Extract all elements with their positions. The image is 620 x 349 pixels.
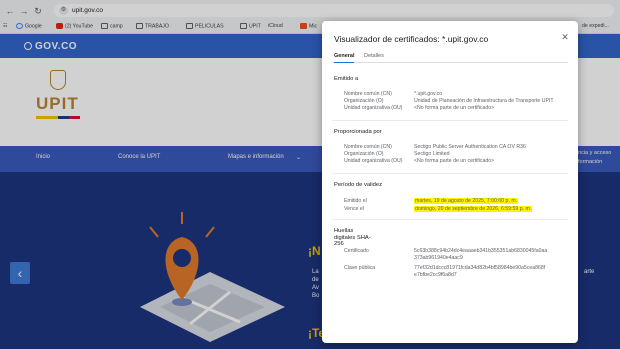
fingerprint-key-label: Clave pública xyxy=(344,265,376,271)
close-icon[interactable]: ✕ xyxy=(560,32,570,42)
dialog-title: Visualizador de certificados: *.upit.gov… xyxy=(334,34,489,44)
expires-on-label: Vence el xyxy=(344,206,364,212)
issued-to-cn-value: *.upit.gov.co xyxy=(414,91,443,97)
fingerprint-cert-value: 5c63b388c94b24dc4eaaaeb341b355351ab68300… xyxy=(414,248,548,261)
tab-general[interactable]: General xyxy=(334,53,355,63)
divider xyxy=(332,173,568,174)
issued-by-cn-label: Nombre común (CN) xyxy=(344,144,392,150)
section-fingerprints-title: Huellas digitales SHA-256 xyxy=(334,228,371,247)
section-validity-title: Período de validez xyxy=(334,182,383,188)
tab-detalles[interactable]: Detalles xyxy=(364,53,384,63)
fingerprint-key-value: 77ef32d1dccc81971fcda34d82b4bf58984be90a… xyxy=(414,265,546,278)
dialog-tabs: General Detalles xyxy=(332,51,568,63)
certificate-viewer-dialog: Visualizador de certificados: *.upit.gov… xyxy=(322,21,578,343)
issued-on-value: martes, 19 de agosto de 2025, 7:00:00 p.… xyxy=(414,198,568,205)
issued-by-o-label: Organización (O) xyxy=(344,151,384,157)
issued-by-o-value: Sectigo Limited xyxy=(414,151,450,157)
issued-to-ou-value: <No forma parte de un certificado> xyxy=(414,105,495,111)
issued-to-ou-label: Unidad organizativa (OU) xyxy=(344,105,403,111)
issued-by-ou-value: <No forma parte de un certificado> xyxy=(414,158,495,164)
issued-to-cn-label: Nombre común (CN) xyxy=(344,91,392,97)
fingerprint-cert-label: Certificado xyxy=(344,248,369,254)
expires-on-value: domingo, 20 de septiembre de 2026, 6:59:… xyxy=(414,206,568,213)
issued-to-o-label: Organización (O) xyxy=(344,98,384,104)
section-issued-to-title: Emitido a xyxy=(334,76,359,82)
expires-on-highlight: domingo, 20 de septiembre de 2026, 6:59:… xyxy=(414,206,533,212)
divider xyxy=(332,120,568,121)
divider xyxy=(332,219,568,220)
section-issued-by-title: Proporcionada por xyxy=(334,129,382,135)
issued-by-cn-value: Sectigo Public Server Authentication CA … xyxy=(414,144,526,150)
issued-by-ou-label: Unidad organizativa (OU) xyxy=(344,158,403,164)
issued-on-label: Emitido el xyxy=(344,198,367,204)
issued-on-highlight: martes, 19 de agosto de 2025, 7:00:00 p.… xyxy=(414,198,519,204)
issued-to-o-value: Unidad de Planeación de Infraestructura … xyxy=(414,98,554,104)
